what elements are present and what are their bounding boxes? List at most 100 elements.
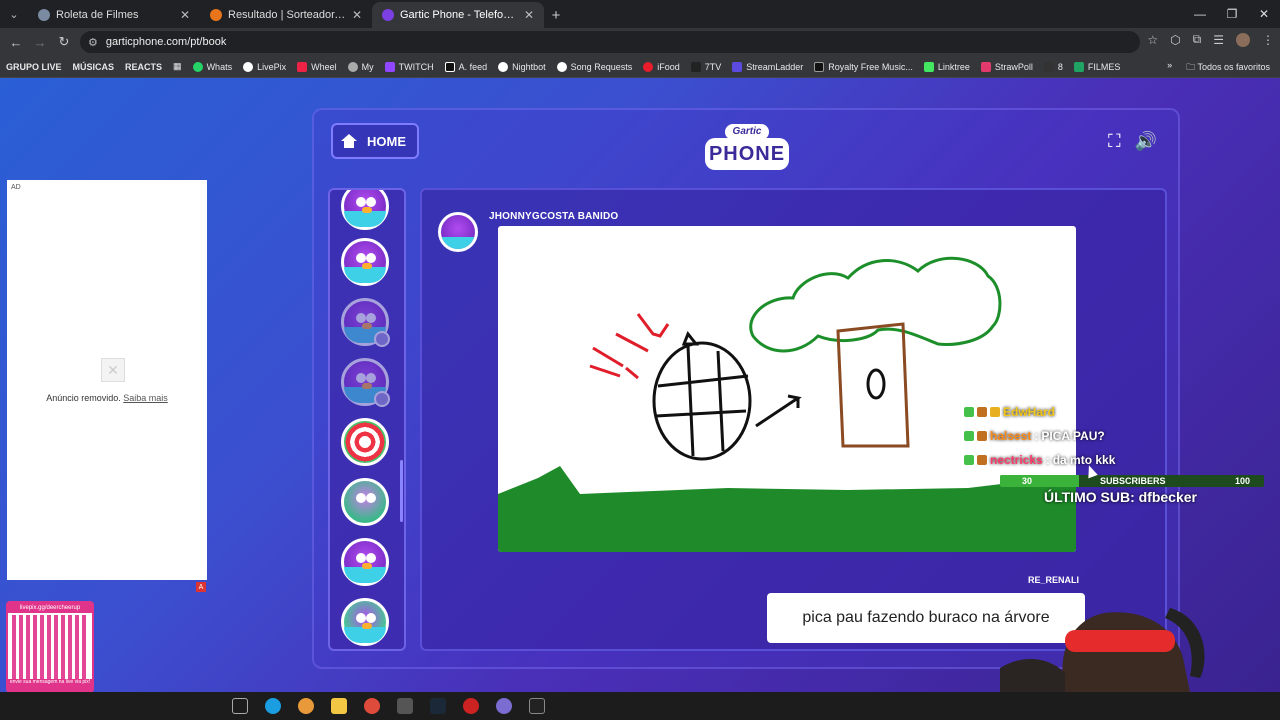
player-avatar[interactable] — [341, 538, 389, 586]
bookmark-item[interactable]: My — [347, 61, 374, 72]
bookmark-item[interactable]: Wheel — [297, 61, 337, 72]
player-avatar[interactable] — [341, 418, 389, 466]
profile-avatar[interactable] — [1236, 32, 1250, 47]
badge-icon — [977, 407, 987, 417]
more-bookmarks-icon[interactable]: » — [1167, 60, 1172, 76]
twitch-icon — [384, 61, 395, 72]
tab-search-chevron-icon[interactable]: ⌄ — [0, 0, 28, 28]
drawing — [498, 256, 1076, 552]
red-sunglasses — [1065, 630, 1175, 652]
back-icon[interactable]: ← — [4, 35, 28, 50]
task-view-icon[interactable] — [232, 698, 248, 714]
webcam-overlay — [1000, 608, 1205, 692]
bookmark-item[interactable]: 8 — [1043, 61, 1063, 72]
fullscreen-icon[interactable]: ⛶ — [1108, 131, 1121, 152]
close-tab-icon[interactable]: ✕ — [524, 8, 534, 22]
author-name: JHONNYGCOSTA BANIDO — [489, 211, 619, 222]
media-icon[interactable]: ☰ — [1213, 33, 1224, 47]
livepix-qr-card: livepix.gg/deercheerup envie sua mensage… — [6, 601, 94, 692]
bookmark-item[interactable]: A. feed — [444, 61, 487, 72]
all-bookmarks[interactable]: 🗀 Todos os favoritos — [1186, 60, 1270, 76]
logo-main: PHONE — [705, 138, 789, 170]
copilot-icon[interactable] — [298, 698, 314, 714]
player-avatar[interactable] — [341, 358, 390, 407]
music-icon — [814, 61, 825, 72]
steam-icon[interactable] — [430, 698, 446, 714]
player-avatar[interactable] — [341, 598, 389, 646]
bookmark-item[interactable]: 7TV — [690, 61, 721, 72]
restore-icon[interactable]: ❐ — [1216, 0, 1248, 28]
site-info-icon[interactable]: ⚙ — [88, 36, 98, 49]
whatsapp-icon — [192, 61, 203, 72]
learn-more-link[interactable]: Saiba mais — [123, 393, 168, 403]
player-avatar[interactable] — [341, 478, 389, 526]
extensions-puzzle-icon[interactable]: ⧉ — [1193, 32, 1202, 47]
close-window-icon[interactable]: ✕ — [1248, 0, 1280, 28]
ad-badge[interactable]: A — [196, 582, 206, 592]
bookmark-star-icon[interactable]: ☆ — [1147, 33, 1158, 47]
minimize-icon[interactable]: — — [1184, 0, 1216, 28]
forward-icon[interactable]: → — [28, 35, 52, 50]
bookmark-item[interactable]: StrawPoll — [980, 61, 1033, 72]
bookmark-item[interactable]: TWITCH — [384, 61, 434, 72]
sheets-icon — [1073, 61, 1084, 72]
bookmark-item[interactable]: Linktree — [923, 61, 970, 72]
player-avatar[interactable] — [341, 190, 389, 230]
tab-sorteador[interactable]: Resultado | Sorteador.com.br · ✕ — [200, 2, 372, 28]
bookmark-item[interactable]: StreamLadder — [732, 61, 803, 72]
explorer-icon[interactable] — [331, 698, 347, 714]
nightbot-icon — [498, 61, 509, 72]
tree-hole — [866, 368, 886, 400]
linktree-icon — [923, 61, 934, 72]
bookmark-item[interactable]: GRUPO LIVE — [6, 62, 62, 72]
page-content: AD ✕ Anúncio removido. Saiba mais A live… — [0, 78, 1280, 692]
chat-username: EdwHard — [1003, 405, 1056, 419]
bookmark-item[interactable]: REACTS — [125, 62, 162, 72]
app-icon[interactable] — [496, 698, 512, 714]
app-icon[interactable] — [397, 698, 413, 714]
tab-roleta[interactable]: Roleta de Filmes ✕ — [28, 2, 200, 28]
terminal-icon[interactable] — [529, 698, 545, 714]
left-game-icon — [374, 391, 390, 407]
home-button[interactable]: HOME — [331, 123, 419, 159]
player-avatar[interactable] — [341, 238, 389, 286]
sidebar-scrollbar[interactable] — [400, 460, 403, 522]
bookmark-item[interactable]: Song Requests — [556, 61, 632, 72]
tab-title: Roleta de Filmes — [56, 9, 139, 21]
bookmark-item[interactable]: MÚSICAS — [73, 62, 115, 72]
logo-top: Gartic — [725, 124, 769, 140]
grass-hill — [498, 466, 1076, 552]
close-tab-icon[interactable]: ✕ — [180, 8, 190, 22]
badge-icon — [964, 455, 974, 465]
feed-icon — [444, 61, 455, 72]
edge-icon[interactable] — [265, 698, 281, 714]
globe-icon — [38, 9, 50, 21]
player-avatar[interactable] — [341, 298, 390, 347]
woodpecker-body — [652, 341, 752, 461]
chrome-icon[interactable] — [364, 698, 380, 714]
bookmark-item[interactable]: Nightbot — [498, 61, 546, 72]
bookmark-item[interactable]: LivePix — [243, 61, 286, 72]
close-tab-icon[interactable]: ✕ — [352, 8, 362, 22]
app-icon[interactable] — [463, 698, 479, 714]
badge-icon — [964, 431, 974, 441]
volume-icon[interactable]: 🔊 — [1135, 131, 1157, 152]
url-field[interactable]: ⚙ garticphone.com/pt/book — [80, 31, 1140, 53]
bookmark-item[interactable]: FILMES — [1073, 61, 1120, 72]
bookmark-item[interactable]: Royalty Free Music... — [814, 61, 913, 72]
bookmark-item[interactable]: iFood — [643, 61, 680, 72]
tab-gartic[interactable]: Gartic Phone - Telefone sem fio ✕ — [372, 2, 544, 28]
subscriber-goal-bar: 30 SUBSCRIBERS 100 — [1000, 475, 1264, 487]
bookmark-8-icon — [1043, 61, 1054, 72]
subs-goal: 100 — [1235, 476, 1251, 486]
address-bar-row: ← → ↻ ⚙ garticphone.com/pt/book ☆ ⬡ ⧉ ☰ … — [0, 28, 1280, 56]
qr-url: livepix.gg/deercheerup — [8, 603, 92, 613]
motion-arrow — [755, 394, 802, 428]
bookmark-item[interactable]: Whats — [192, 61, 232, 72]
menu-icon[interactable]: ⋮ — [1262, 33, 1274, 47]
new-tab-button[interactable]: + — [544, 2, 568, 28]
apps-grid-icon[interactable]: ▦ — [173, 61, 182, 72]
extension-icon[interactable]: ⬡ — [1170, 33, 1180, 47]
reload-icon[interactable]: ↻ — [52, 34, 76, 50]
badge-icon — [977, 431, 987, 441]
